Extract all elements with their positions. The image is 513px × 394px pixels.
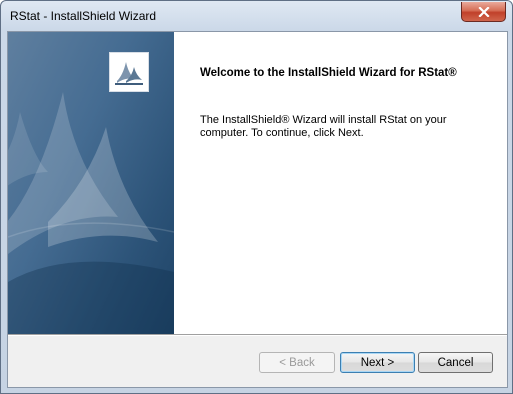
- installer-window: RStat - InstallShield Wizard Welcome to …: [0, 0, 513, 394]
- close-icon: [477, 6, 490, 17]
- button-separator: [8, 334, 507, 336]
- welcome-heading: Welcome to the InstallShield Wizard for …: [200, 67, 457, 79]
- window-title: RStat - InstallShield Wizard: [10, 9, 157, 23]
- welcome-description: The InstallShield® Wizard will install R…: [200, 114, 447, 139]
- wizard-body: Welcome to the InstallShield Wizard for …: [7, 31, 508, 388]
- welcome-panel: Welcome to the InstallShield Wizard for …: [174, 32, 507, 334]
- banner-sail-art: [8, 92, 174, 334]
- installshield-logo-icon: [109, 52, 149, 92]
- cancel-button[interactable]: Cancel: [418, 352, 493, 373]
- back-button[interactable]: < Back: [259, 352, 335, 373]
- wizard-banner: [8, 32, 174, 334]
- next-button[interactable]: Next >: [340, 352, 415, 373]
- close-button[interactable]: [461, 2, 506, 22]
- title-bar[interactable]: RStat - InstallShield Wizard: [1, 1, 512, 31]
